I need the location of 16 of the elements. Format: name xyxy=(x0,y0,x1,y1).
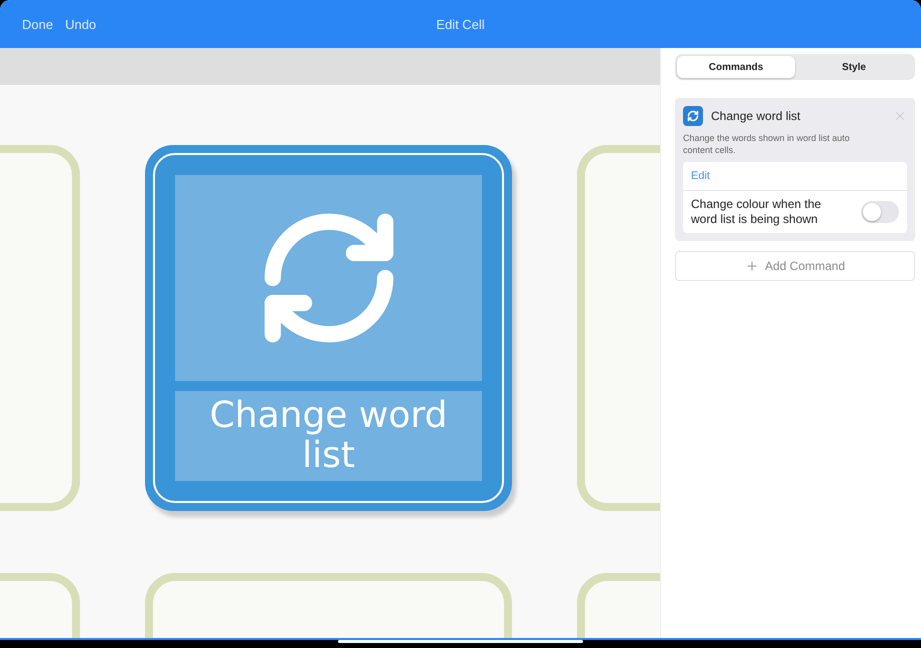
option-label: Change colour when the word list is being shown xyxy=(691,197,822,227)
window-title: Edit Cell xyxy=(436,16,485,32)
plus-icon xyxy=(744,259,759,273)
toolbar-button[interactable]: Undo xyxy=(59,16,102,32)
command-description: Change the words shown in word list auto content cells. xyxy=(683,132,851,156)
cell-label: Change word list xyxy=(175,391,482,481)
command-title: Change word list xyxy=(711,109,802,123)
command-cell[interactable]: Change word list xyxy=(145,145,512,511)
toggle-switch[interactable] xyxy=(861,201,899,223)
add-command-button[interactable]: Add Command xyxy=(675,251,915,281)
refresh-icon xyxy=(683,106,703,126)
toolbar-button[interactable]: Done xyxy=(16,16,60,32)
close-icon[interactable] xyxy=(893,109,907,123)
segment-tab[interactable]: Style xyxy=(795,56,913,78)
segment-tab[interactable]: Commands xyxy=(677,56,795,78)
edit-link[interactable]: Edit xyxy=(683,162,907,191)
